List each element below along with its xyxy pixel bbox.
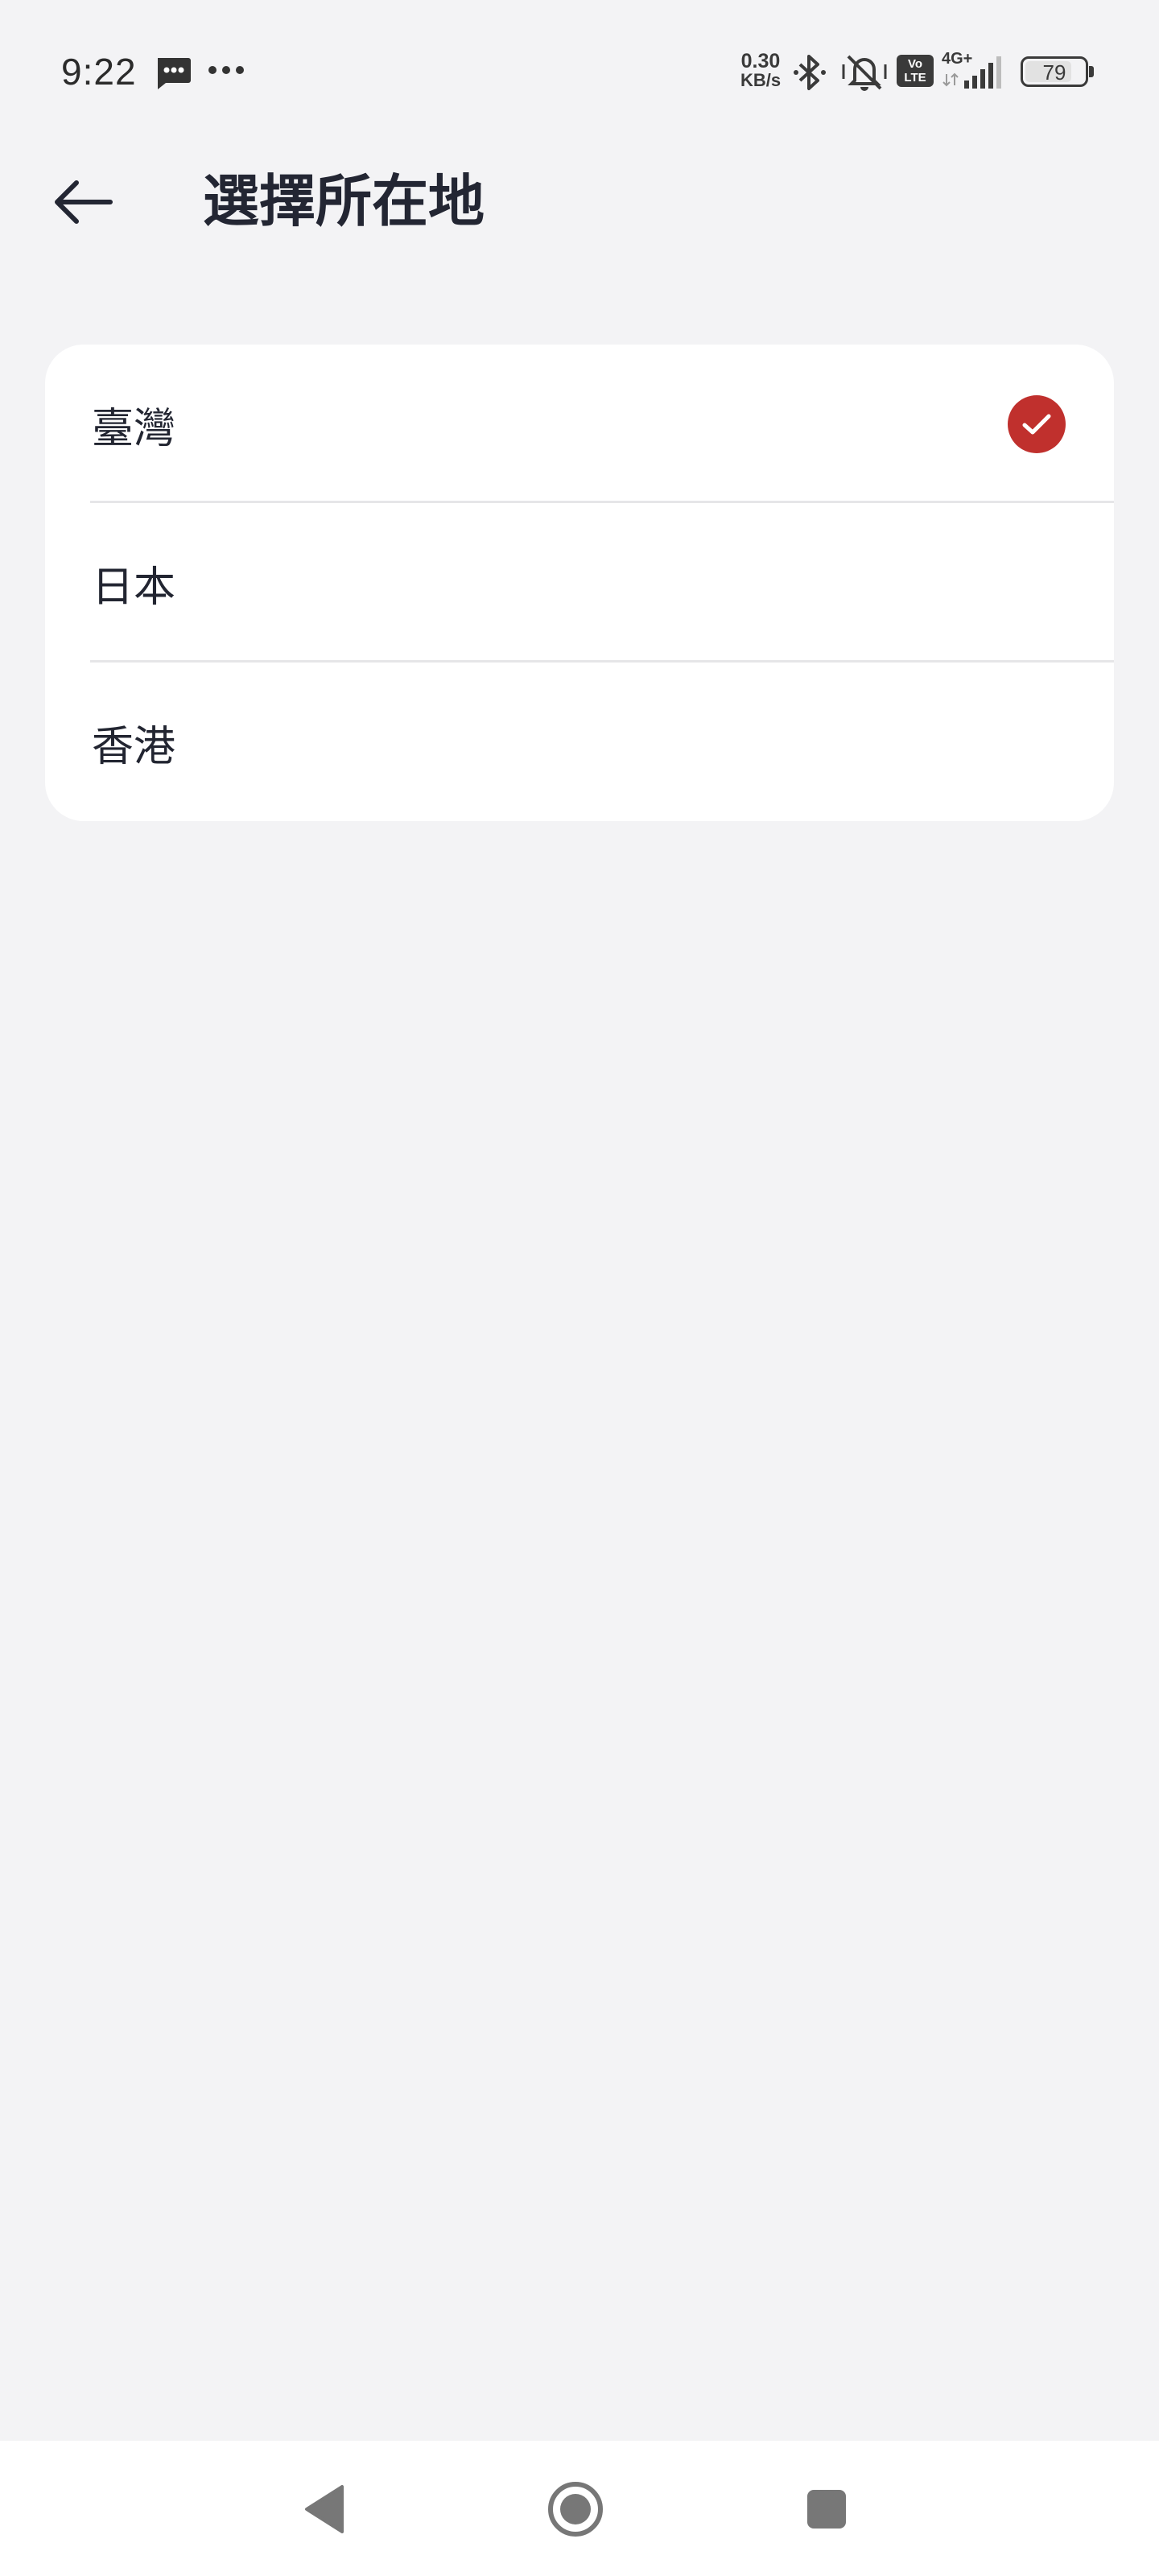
battery-icon: 79: [1021, 56, 1094, 87]
network-speed: 0.30 KB/s: [734, 52, 787, 90]
system-nav-bar: [0, 2441, 1159, 2576]
location-label: 香港: [92, 722, 176, 771]
status-time: 9:22: [61, 51, 137, 93]
location-label: 臺灣: [92, 404, 176, 453]
message-notification-icon: [155, 56, 192, 93]
volte-bottom-text: LTE: [904, 71, 926, 85]
back-button[interactable]: [39, 158, 127, 246]
vibrate-mute-icon: [840, 52, 889, 95]
location-option-japan[interactable]: 日本: [45, 503, 1114, 663]
nav-back-button[interactable]: [288, 2473, 361, 2545]
volte-icon: Vo LTE: [897, 55, 934, 87]
battery-level: 79: [1042, 60, 1066, 85]
network-speed-unit: KB/s: [740, 70, 782, 90]
location-option-hongkong[interactable]: 香港: [45, 663, 1114, 821]
recents-square-icon: [807, 2490, 846, 2529]
location-list: 臺灣 日本 香港: [45, 345, 1114, 821]
page-title: 選擇所在地: [203, 168, 485, 234]
arrow-left-icon: [55, 180, 113, 224]
back-triangle-icon: [305, 2485, 344, 2533]
selected-check-icon: [1008, 395, 1066, 453]
bluetooth-icon: [792, 53, 827, 95]
nav-home-button[interactable]: [539, 2473, 612, 2545]
status-bar: 9:22 0.30 KB/s Vo LTE 4G+ 79: [0, 0, 1159, 145]
volte-top-text: Vo: [907, 57, 923, 71]
location-option-taiwan[interactable]: 臺灣: [45, 345, 1114, 504]
nav-recents-button[interactable]: [790, 2473, 863, 2545]
home-circle-icon: [548, 2482, 603, 2537]
location-label: 日本: [92, 563, 176, 612]
cellular-signal-icon: [940, 50, 1006, 93]
network-speed-value: 0.30: [740, 50, 781, 72]
more-notifications-icon: [208, 63, 245, 78]
